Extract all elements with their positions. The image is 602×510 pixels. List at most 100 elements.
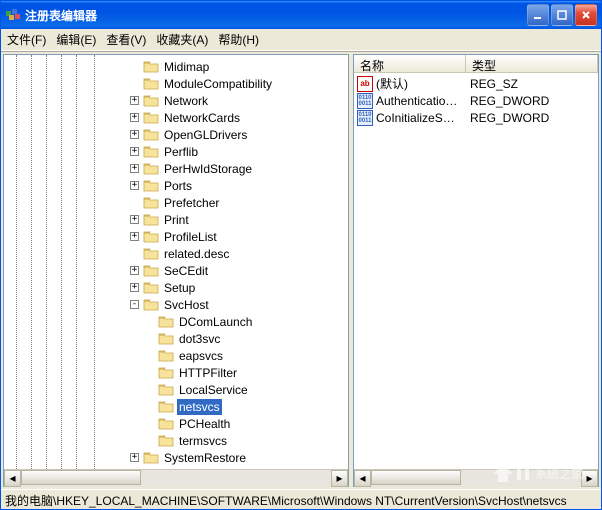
tree-label[interactable]: termsvcs xyxy=(177,433,229,449)
tree-node[interactable]: + SeCEdit xyxy=(4,262,348,279)
tree-label[interactable]: PCHealth xyxy=(177,416,232,432)
tree-node[interactable]: + PerHwIdStorage xyxy=(4,160,348,177)
tree-body[interactable]: MidimapModuleCompatibility + Network + Netwo… xyxy=(4,55,348,469)
tree-hscroll[interactable]: ◂ ▸ xyxy=(4,469,348,486)
maximize-button[interactable] xyxy=(551,4,573,26)
tree-node[interactable]: + Print xyxy=(4,211,348,228)
expand-icon[interactable]: + xyxy=(130,453,139,462)
value-name: (默认) xyxy=(376,75,470,92)
column-name[interactable]: 名称 xyxy=(354,55,466,72)
no-expand xyxy=(145,368,154,377)
scroll-track[interactable] xyxy=(371,470,581,487)
menu-file[interactable]: 文件(F) xyxy=(7,31,46,48)
menu-help[interactable]: 帮助(H) xyxy=(218,31,259,48)
tree-label[interactable]: HTTPFilter xyxy=(177,365,239,381)
tree-label[interactable]: related.desc xyxy=(162,246,231,262)
folder-icon xyxy=(158,400,174,414)
tree-node[interactable]: + NetworkCards xyxy=(4,109,348,126)
tree-node[interactable]: + ProfileList xyxy=(4,228,348,245)
tree-node[interactable]: - SvcHost xyxy=(4,296,348,313)
tree-node[interactable]: Prefetcher xyxy=(4,194,348,211)
tree-label[interactable]: DComLaunch xyxy=(177,314,254,330)
tree-node[interactable]: termsvcs xyxy=(4,432,348,449)
tree-node[interactable]: dot3svc xyxy=(4,330,348,347)
no-expand xyxy=(145,334,154,343)
tree-label[interactable]: dot3svc xyxy=(177,331,222,347)
scroll-right-button[interactable]: ▸ xyxy=(581,470,598,487)
list-body[interactable]: ab(默认)REG_SZ0110 0011Authenticatio…REG_D… xyxy=(354,73,598,469)
expand-icon[interactable]: + xyxy=(130,232,139,241)
folder-icon xyxy=(143,451,159,465)
scroll-track[interactable] xyxy=(21,470,331,487)
close-button[interactable] xyxy=(575,4,597,26)
tree-label[interactable]: ProfileList xyxy=(162,229,219,245)
expand-icon[interactable]: + xyxy=(130,113,139,122)
tree-node[interactable]: + Ports xyxy=(4,177,348,194)
collapse-icon[interactable]: - xyxy=(130,300,139,309)
tree-label[interactable]: LocalService xyxy=(177,382,250,398)
tree-node[interactable]: eapsvcs xyxy=(4,347,348,364)
scroll-thumb[interactable] xyxy=(21,470,141,485)
menu-edit[interactable]: 编辑(E) xyxy=(56,31,96,48)
tree-node[interactable]: + Setup xyxy=(4,279,348,296)
expand-icon[interactable]: + xyxy=(130,215,139,224)
value-row[interactable]: ab(默认)REG_SZ xyxy=(354,75,598,92)
expand-icon[interactable]: + xyxy=(130,147,139,156)
registry-editor-window: 注册表编辑器 文件(F) 编辑(E) 查看(V) 收藏夹(A) 帮助(H) Mi… xyxy=(0,0,602,510)
tree-label[interactable]: OpenGLDrivers xyxy=(162,127,249,143)
list-hscroll[interactable]: ◂ ▸ xyxy=(354,469,598,486)
tree-node[interactable]: PCHealth xyxy=(4,415,348,432)
folder-icon xyxy=(143,281,159,295)
expand-icon[interactable]: + xyxy=(130,181,139,190)
expand-icon[interactable]: + xyxy=(130,164,139,173)
column-type[interactable]: 类型 xyxy=(466,55,598,72)
scroll-left-button[interactable]: ◂ xyxy=(354,470,371,487)
titlebar[interactable]: 注册表编辑器 xyxy=(1,1,601,29)
tree-label[interactable]: SeCEdit xyxy=(162,263,210,279)
tree-node[interactable]: DComLaunch xyxy=(4,313,348,330)
expand-icon[interactable]: + xyxy=(130,96,139,105)
tree-label[interactable]: PerHwIdStorage xyxy=(162,161,254,177)
tree-node[interactable]: netsvcs xyxy=(4,398,348,415)
tree-label[interactable]: Perflib xyxy=(162,144,200,160)
menu-favorites[interactable]: 收藏夹(A) xyxy=(156,31,208,48)
tree-node[interactable]: + Perflib xyxy=(4,143,348,160)
list-pane: 名称 类型 ab(默认)REG_SZ0110 0011Authenticatio… xyxy=(353,54,599,487)
minimize-button[interactable] xyxy=(527,4,549,26)
tree-label[interactable]: netsvcs xyxy=(177,399,222,415)
expand-icon[interactable]: + xyxy=(130,130,139,139)
folder-icon xyxy=(158,366,174,380)
tree-label[interactable]: Setup xyxy=(162,280,197,296)
tree-label[interactable]: SvcHost xyxy=(162,297,211,313)
scroll-left-button[interactable]: ◂ xyxy=(4,470,21,487)
scroll-right-button[interactable]: ▸ xyxy=(331,470,348,487)
tree-label[interactable]: SystemRestore xyxy=(162,450,248,466)
tree-node[interactable]: + SystemRestore xyxy=(4,449,348,466)
value-name: CoInitializeS… xyxy=(376,111,470,125)
tree-label[interactable]: NetworkCards xyxy=(162,110,242,126)
no-expand xyxy=(145,317,154,326)
tree-node[interactable]: + OpenGLDrivers xyxy=(4,126,348,143)
folder-icon xyxy=(143,179,159,193)
folder-icon xyxy=(143,230,159,244)
expand-icon[interactable]: + xyxy=(130,283,139,292)
tree-node[interactable]: Midimap xyxy=(4,58,348,75)
tree-node[interactable]: + Network xyxy=(4,92,348,109)
tree-node[interactable]: related.desc xyxy=(4,245,348,262)
tree-label[interactable]: Prefetcher xyxy=(162,195,221,211)
value-row[interactable]: 0110 0011CoInitializeS…REG_DWORD xyxy=(354,109,598,126)
tree-node[interactable]: ModuleCompatibility xyxy=(4,75,348,92)
menu-view[interactable]: 查看(V) xyxy=(106,31,146,48)
scroll-thumb[interactable] xyxy=(371,470,461,485)
expand-icon[interactable]: + xyxy=(130,266,139,275)
window-buttons xyxy=(527,4,597,26)
tree-node[interactable]: HTTPFilter xyxy=(4,364,348,381)
tree-label[interactable]: eapsvcs xyxy=(177,348,225,364)
tree-label[interactable]: ModuleCompatibility xyxy=(162,76,274,92)
tree-label[interactable]: Network xyxy=(162,93,210,109)
value-row[interactable]: 0110 0011Authenticatio…REG_DWORD xyxy=(354,92,598,109)
tree-label[interactable]: Ports xyxy=(162,178,194,194)
tree-node[interactable]: LocalService xyxy=(4,381,348,398)
tree-label[interactable]: Midimap xyxy=(162,59,211,75)
tree-label[interactable]: Print xyxy=(162,212,191,228)
